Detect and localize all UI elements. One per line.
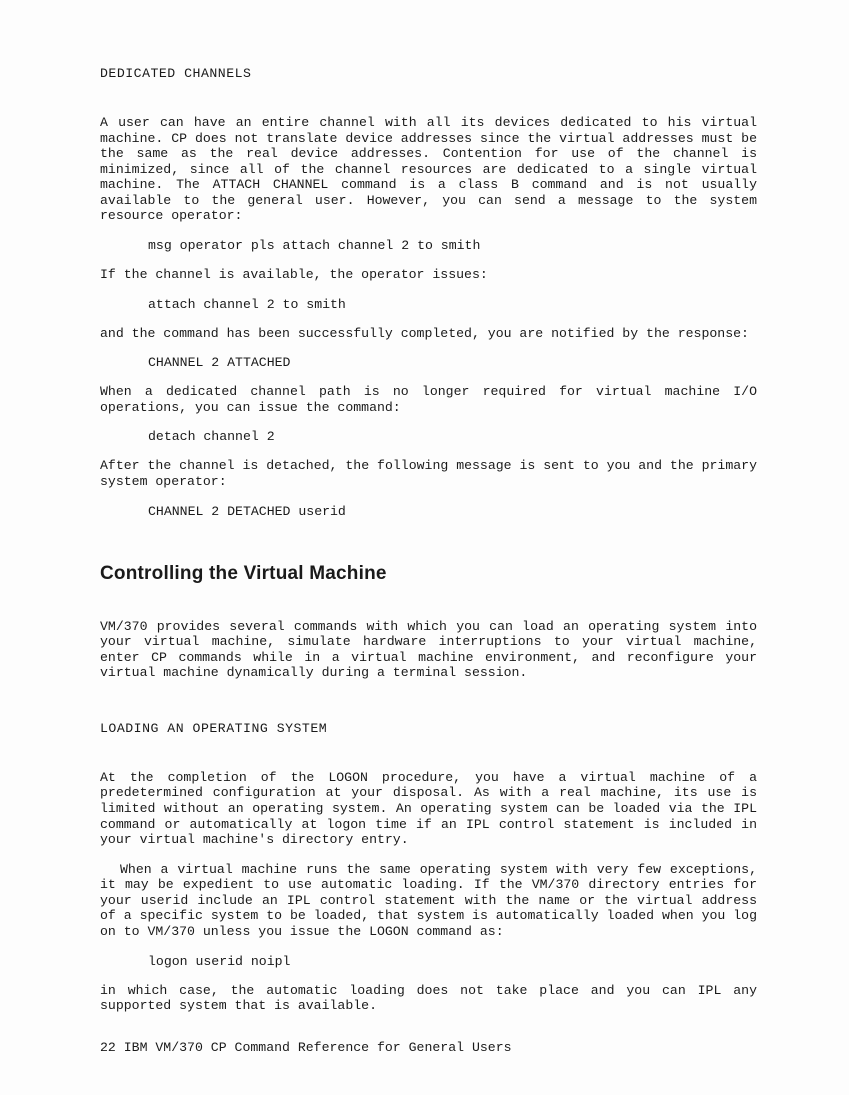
command-example: msg operator pls attach channel 2 to smi… [148, 238, 757, 253]
paragraph: in which case, the automatic loading doe… [100, 983, 757, 1014]
paragraph: After the channel is detached, the follo… [100, 458, 757, 489]
page-footer: 22 IBM VM/370 CP Command Reference for G… [100, 1040, 512, 1055]
paragraph: When a virtual machine runs the same ope… [100, 862, 757, 940]
paragraph: VM/370 provides several commands with wh… [100, 619, 757, 681]
paragraph: If the channel is available, the operato… [100, 267, 757, 283]
command-example: attach channel 2 to smith [148, 297, 757, 312]
section-title-dedicated-channels: DEDICATED CHANNELS [100, 66, 757, 81]
command-example: logon userid noipl [148, 954, 757, 969]
command-example: detach channel 2 [148, 429, 757, 444]
response-example: CHANNEL 2 DETACHED userid [148, 504, 757, 519]
subheading-loading-os: LOADING AN OPERATING SYSTEM [100, 721, 757, 736]
paragraph: A user can have an entire channel with a… [100, 115, 757, 224]
paragraph: At the completion of the LOGON procedure… [100, 770, 757, 848]
response-example: CHANNEL 2 ATTACHED [148, 355, 757, 370]
document-page: DEDICATED CHANNELS A user can have an en… [0, 0, 849, 1095]
heading-controlling-vm: Controlling the Virtual Machine [100, 563, 757, 585]
paragraph: When a dedicated channel path is no long… [100, 384, 757, 415]
paragraph: and the command has been successfully co… [100, 326, 757, 342]
